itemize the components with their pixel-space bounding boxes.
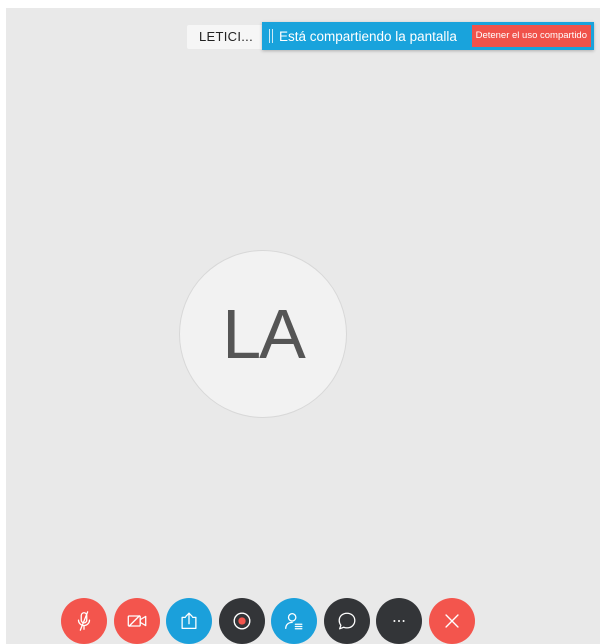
meeting-stage: LETICI... Está compartiendo la pantalla … xyxy=(6,8,600,644)
screen-share-banner: Está compartiendo la pantalla Detener el… xyxy=(262,22,594,50)
stop-sharing-button[interactable]: Detener el uso compartido xyxy=(471,25,591,47)
share-button[interactable] xyxy=(166,598,212,644)
end-call-button[interactable] xyxy=(428,598,475,644)
participant-avatar: LA xyxy=(179,250,347,418)
camera-off-icon xyxy=(127,615,146,627)
record-button[interactable] xyxy=(218,598,265,644)
microphone-muted-icon xyxy=(77,611,91,631)
share-status-text: Está compartiendo la pantalla xyxy=(279,28,457,44)
drag-handle-icon[interactable] xyxy=(266,29,276,43)
share-upload-icon xyxy=(181,612,197,629)
record-icon xyxy=(233,612,250,630)
mute-button[interactable] xyxy=(61,598,107,644)
participant-name-chip[interactable]: LETICI... xyxy=(187,25,265,49)
call-controls-bar xyxy=(61,598,475,644)
chat-button[interactable] xyxy=(323,598,370,644)
close-x-icon xyxy=(444,614,459,628)
participants-button[interactable] xyxy=(271,598,317,644)
participants-icon xyxy=(285,613,303,630)
more-options-button[interactable] xyxy=(376,598,422,644)
ellipsis-icon xyxy=(393,619,405,623)
chat-bubble-icon xyxy=(338,612,355,630)
video-off-button[interactable] xyxy=(113,598,160,644)
